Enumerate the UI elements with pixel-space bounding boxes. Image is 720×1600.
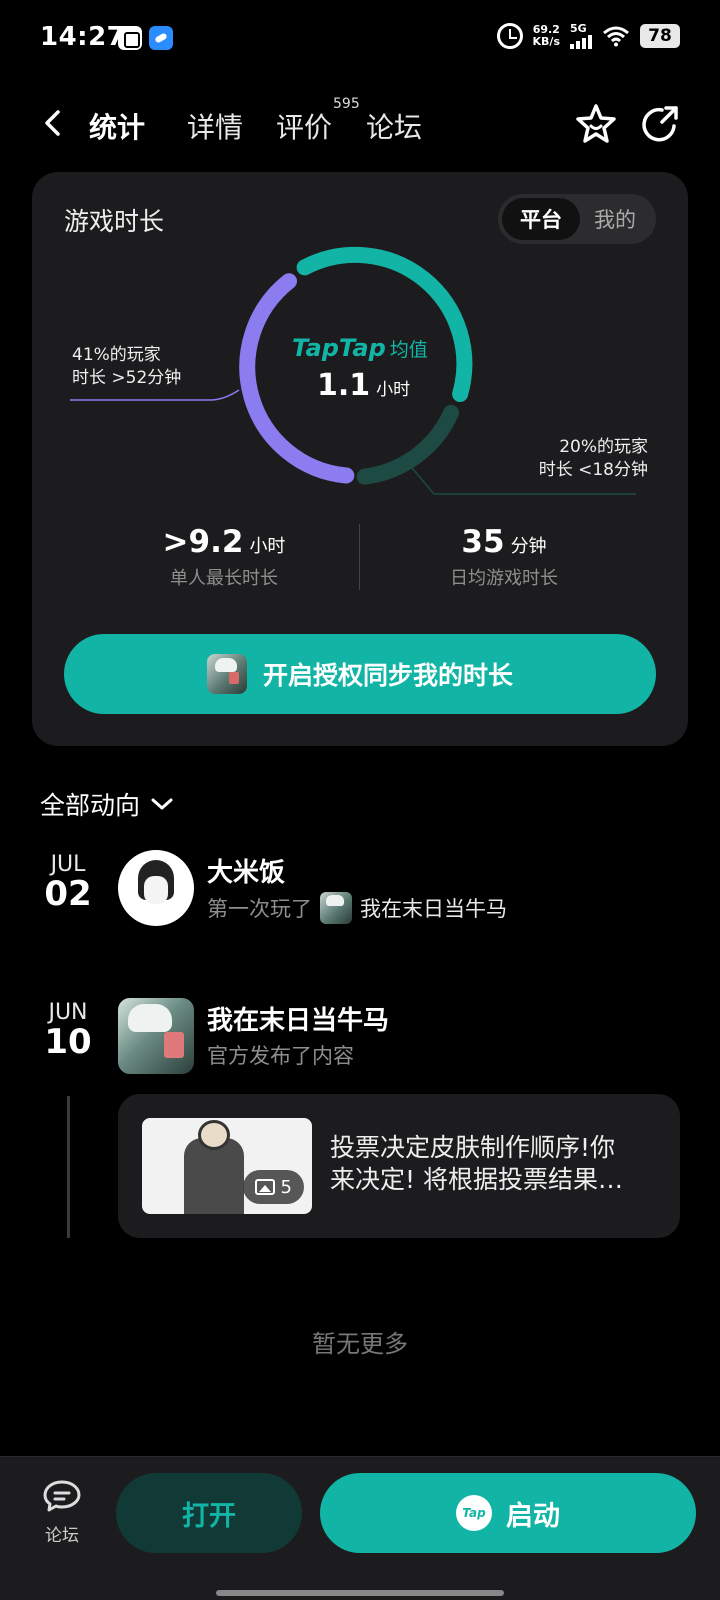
net-speed-value: 69.2: [532, 22, 560, 36]
metric-divider: [359, 524, 360, 590]
max-unit: 小时: [249, 536, 286, 557]
playtime-stats-card: 游戏时长 平台 我的 TapTap 均值 1.1 小时 41%的玩家 时长 >52分…: [32, 172, 688, 746]
daily-label: 日均游戏时长: [450, 568, 558, 589]
feed-date: JUN 10: [38, 1000, 98, 1059]
status-bar: 14:27 69.2 KB/s 5G 78: [0, 0, 720, 78]
activity-filter-dropdown[interactable]: 全部动向: [40, 786, 174, 822]
daily-value: 35: [461, 524, 505, 560]
tab-details[interactable]: 详情: [187, 106, 243, 146]
wifi-icon: [603, 26, 629, 46]
forum-icon: [43, 1480, 81, 1512]
post-card[interactable]: 5 投票决定皮肤制作顺序!你 来决定! 将根据投票结果…: [118, 1094, 680, 1238]
home-indicator[interactable]: [216, 1590, 504, 1596]
no-more-text: 暂无更多: [312, 1330, 408, 1358]
brand-suffix: 均值: [389, 339, 428, 361]
date-day: 02: [44, 874, 92, 914]
forum-label: 论坛: [45, 1526, 79, 1546]
bottom-action-bar: 论坛 打开 Tap 启动: [0, 1456, 720, 1600]
avg-value: 1.1: [317, 368, 371, 403]
post-title: 投票决定皮肤制作顺序!你 来决定! 将根据投票结果…: [330, 1132, 660, 1196]
game-icon: [206, 654, 247, 694]
max-playtime-metric: >9.2 小时 单人最长时长: [104, 524, 344, 590]
sync-button-label: 开启授权同步我的时长: [262, 661, 513, 690]
battery-indicator: 78: [640, 23, 680, 48]
open-button[interactable]: 打开: [116, 1473, 302, 1553]
tab-forum[interactable]: 论坛: [366, 106, 422, 146]
feed-game-title[interactable]: 我在末日当牛马: [207, 1000, 389, 1037]
cell-signal-icon: 5G: [570, 22, 592, 49]
feed-game-name[interactable]: 我在末日当牛马: [360, 893, 507, 923]
sync-playtime-button[interactable]: 开启授权同步我的时长: [64, 634, 656, 714]
game-avatar[interactable]: [118, 998, 194, 1074]
feed-activity: 官方发布了内容: [207, 1040, 354, 1070]
avg-unit: 小时: [376, 380, 411, 400]
chevron-down-icon: [151, 798, 173, 810]
feed-action: 官方发布了内容: [207, 1044, 354, 1068]
callout-right-line1: 20%的玩家: [559, 437, 648, 457]
post-title-line2: 来决定! 将根据投票结果…: [330, 1165, 623, 1194]
daily-playtime-metric: 35 分钟 日均游戏时长: [384, 524, 624, 590]
alarm-icon: [496, 22, 523, 49]
status-time: 14:27: [40, 22, 126, 52]
network-type: 5G: [570, 22, 587, 35]
reviews-count-badge: 595: [333, 96, 360, 112]
forum-shortcut[interactable]: 论坛: [34, 1479, 90, 1546]
feed-activity: 第一次玩了 我在末日当牛马: [207, 892, 507, 924]
callout-line-left: [70, 389, 240, 401]
status-icons: 69.2 KB/s 5G 78: [496, 22, 680, 49]
launch-label: 启动: [506, 1500, 560, 1532]
max-value: >9.2: [162, 524, 244, 560]
feed-action: 第一次玩了: [207, 897, 312, 921]
feed-user-name[interactable]: 大米饭: [207, 852, 285, 889]
callout-below-18min: 20%的玩家 时长 <18分钟: [539, 436, 648, 482]
net-speed-unit: KB/s: [532, 34, 560, 48]
callout-left-line2: 时长 >52分钟: [72, 368, 182, 388]
date-day: 10: [44, 1022, 92, 1062]
taptap-icon: Tap: [456, 1495, 492, 1531]
notification-app-icon: [118, 26, 142, 50]
share-icon[interactable]: [636, 100, 684, 148]
image-count-badge: 5: [242, 1170, 304, 1204]
callout-right-line2: 时长 <18分钟: [538, 460, 648, 480]
top-nav: 统计 详情 评价 595 论坛: [0, 96, 720, 156]
daily-unit: 分钟: [510, 536, 547, 557]
back-arrow-icon[interactable]: [40, 110, 66, 136]
filter-label: 全部动向: [40, 791, 141, 820]
feed-date: JUL 02: [38, 852, 98, 911]
image-count: 5: [280, 1176, 292, 1198]
post-title-line1: 投票决定皮肤制作顺序!你: [330, 1133, 616, 1162]
taptap-logo-text: TapTap 均值: [292, 334, 428, 362]
timeline-line: [67, 1096, 70, 1238]
post-thumbnail: 5: [142, 1118, 312, 1214]
average-playtime: 1.1 小时: [317, 368, 410, 403]
user-avatar[interactable]: [118, 850, 194, 926]
ring-arc-dark: [356, 404, 460, 485]
brand-text: TapTap: [292, 334, 386, 362]
max-label: 单人最长时长: [170, 568, 278, 589]
callout-left-line1: 41%的玩家: [72, 345, 161, 365]
notification-app-icon-2: [149, 26, 173, 50]
tab-reviews[interactable]: 评价: [276, 106, 332, 146]
launch-button[interactable]: Tap 启动: [320, 1473, 696, 1553]
callout-above-52min: 41%的玩家 时长 >52分钟: [72, 344, 181, 390]
net-speed: 69.2 KB/s: [532, 22, 560, 48]
image-icon: [254, 1179, 275, 1195]
star-icon[interactable]: [572, 100, 620, 148]
tab-stats[interactable]: 统计: [89, 106, 145, 146]
game-mini-icon: [320, 892, 352, 924]
